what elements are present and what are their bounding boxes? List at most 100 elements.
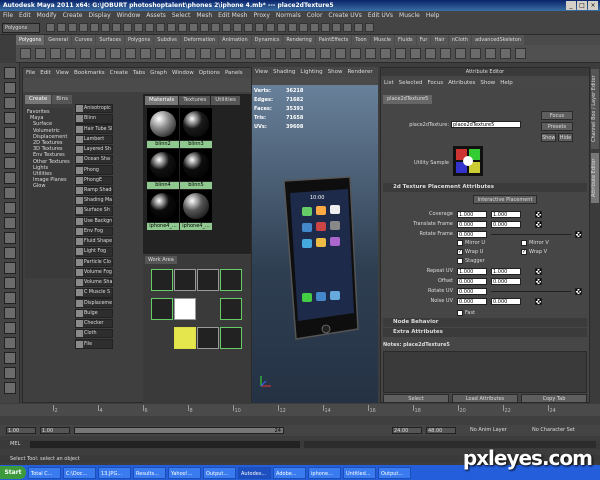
hypershade-menu-item[interactable]: Tabs [133,68,145,78]
toolbox-tool-icon[interactable] [4,367,16,379]
ae-attr-field[interactable]: 0.000 [457,231,487,238]
toolbox-tool-icon[interactable] [4,322,16,334]
ae-checkbox[interactable]: ✓ [521,249,527,255]
toolbox-tool-icon[interactable] [4,142,16,154]
toolbox-tool-icon[interactable] [4,217,16,229]
range-end-field[interactable]: 24.00 [392,427,422,434]
menu-item[interactable]: Edit [19,11,31,21]
taskbar-item[interactable]: Adobe... [273,466,306,479]
shelf-tool-icon[interactable] [335,48,346,59]
menu-item[interactable]: Assets [146,11,166,21]
shelf-tool-icon[interactable] [275,48,286,59]
graph-node[interactable] [220,298,242,320]
shelf-tool-icon[interactable] [350,48,361,59]
toolbox-tool-icon[interactable] [4,112,16,124]
shelf-tab[interactable]: Polygons [16,35,45,45]
hypershade-menu-item[interactable]: Edit [40,68,51,78]
toolbox-tool-icon[interactable] [4,127,16,139]
status-tool-icon[interactable] [299,23,308,32]
graph-node[interactable] [197,327,219,349]
map-button-icon[interactable] [575,231,582,238]
taskbar-item[interactable]: Yahoo!... [168,466,201,479]
create-tab[interactable]: Bins [52,95,72,104]
menu-item[interactable]: Proxy [253,11,269,21]
status-tool-icon[interactable] [178,23,187,32]
taskbar-item[interactable]: Results... [133,466,166,479]
toolbox-tool-icon[interactable] [4,337,16,349]
anim-layer-select[interactable]: No Anim Layer [470,427,507,433]
status-tool-icon[interactable] [134,23,143,32]
focus-button[interactable]: Focus [541,111,573,120]
shelf-tool-icon[interactable] [95,48,106,59]
ae-attr-field[interactable]: 0.000 [457,221,487,228]
node-list-item[interactable]: Use Backgro [75,216,113,226]
hypershade-menu-item[interactable]: Bookmarks [74,68,105,78]
shelf-tool-icon[interactable] [320,48,331,59]
toolbox-tool-icon[interactable] [4,247,16,259]
minimize-button[interactable]: _ [566,1,576,10]
status-tool-icon[interactable] [79,23,88,32]
menu-item[interactable]: File [3,11,13,21]
taskbar-item[interactable]: Output... [203,466,236,479]
shelf-tool-icon[interactable] [230,48,241,59]
shelf-tab[interactable]: Muscle [370,35,395,45]
ae-attr-field[interactable]: 0.000 [457,278,487,285]
fast-checkbox[interactable] [457,310,463,316]
status-tool-icon[interactable] [145,23,154,32]
ae-tab[interactable]: place2dTexture5 [383,95,433,104]
node-list-item[interactable]: Volume Fog [75,267,113,278]
map-button-icon[interactable] [535,268,542,275]
ae-node-name-field[interactable]: place2dTexture5 [451,121,521,128]
shelf-tab[interactable]: Deformation [180,35,219,45]
shelf-tab[interactable]: Rendering [283,35,315,45]
toolbox-tool-icon[interactable] [4,307,16,319]
shelf-tool-icon[interactable] [395,48,406,59]
ae-attr-slider[interactable] [491,234,571,235]
menu-item[interactable]: Window [117,11,141,21]
ae-checkbox[interactable] [457,258,463,264]
shelf-tab[interactable]: Curves [71,35,96,45]
node-list-item[interactable]: Particle Clo [75,257,113,267]
menu-item[interactable]: Color [307,11,323,21]
ae-checkbox[interactable]: ✓ [457,249,463,255]
ae-attr-field[interactable]: 0.000 [457,288,487,295]
status-tool-icon[interactable] [233,23,242,32]
toolbox-tool-icon[interactable] [4,382,16,394]
toolbox-tool-icon[interactable] [4,82,16,94]
graph-node[interactable] [174,269,196,291]
taskbar-item[interactable]: Total C... [28,466,61,479]
interactive-placement-button[interactable]: Interactive Placement [473,195,537,204]
status-tool-icon[interactable] [189,23,198,32]
status-tool-icon[interactable] [68,23,77,32]
ae-menu-item[interactable]: List [384,78,394,88]
ae-menu-item[interactable]: Selected [399,78,423,88]
status-tool-icon[interactable] [365,23,374,32]
shelf-tool-icon[interactable] [245,48,256,59]
hypershade-menu-item[interactable]: Graph [150,68,167,78]
node-list-item[interactable]: PhongE [75,175,113,185]
shelf-tool-icon[interactable] [155,48,166,59]
ae-attr-field[interactable]: 0.000 [491,298,521,305]
shelf-tab[interactable]: General [45,35,71,45]
material-swatch[interactable] [147,149,179,181]
taskbar-item[interactable]: Autodes... [238,466,271,479]
create-tree-item[interactable]: Glow [27,183,71,189]
hypershade-menu-item[interactable]: Options [199,68,220,78]
shelf-tab[interactable]: Toon [352,35,370,45]
toolbox-tool-icon[interactable] [4,277,16,289]
shelf-tool-icon[interactable] [455,48,466,59]
ae-menu-item[interactable]: Help [500,78,513,88]
material-swatch[interactable] [147,190,179,222]
status-tool-icon[interactable] [90,23,99,32]
status-tool-icon[interactable] [288,23,297,32]
notes-textarea[interactable] [383,351,587,393]
shelf-tab[interactable]: advancedSkeleton [472,35,525,45]
shelf-tool-icon[interactable] [35,48,46,59]
status-tool-icon[interactable] [310,23,319,32]
placement-section-header[interactable]: 2d Texture Placement Attributes [383,183,587,192]
node-list-item[interactable]: Bulge [75,308,113,318]
menu-item[interactable]: Help [426,11,440,21]
menu-item[interactable]: Create [63,11,83,21]
shelf-tool-icon[interactable] [125,48,136,59]
graph-node[interactable] [151,269,173,291]
